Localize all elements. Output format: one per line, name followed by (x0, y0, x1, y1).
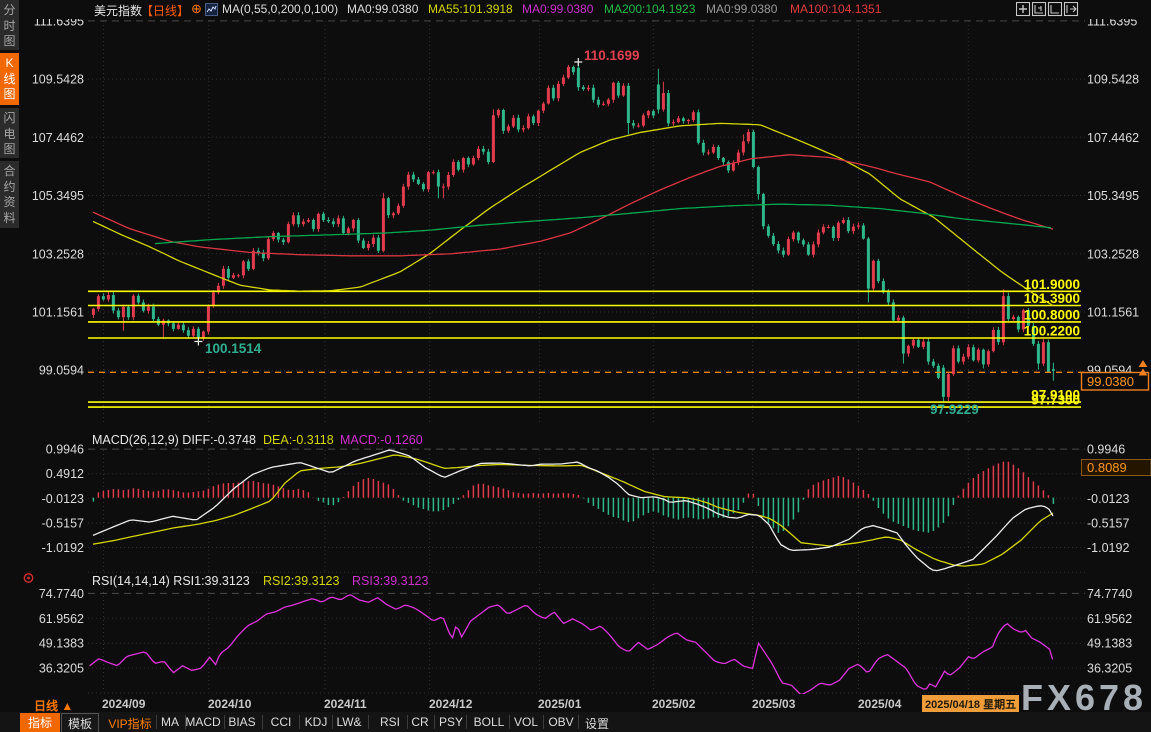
svg-text:0.4912: 0.4912 (46, 467, 84, 481)
svg-text:107.4462: 107.4462 (32, 131, 84, 145)
svg-text:74.7740: 74.7740 (1087, 587, 1132, 601)
svg-text:61.9562: 61.9562 (39, 612, 84, 626)
svg-text:MACD(26,12,9) DIFF:-0.3748: MACD(26,12,9) DIFF:-0.3748 (92, 433, 256, 447)
svg-text:101.1561: 101.1561 (32, 306, 84, 320)
svg-text:107.4462: 107.4462 (1087, 131, 1139, 145)
svg-text:DEA:-0.3118: DEA:-0.3118 (263, 433, 334, 447)
svg-text:105.3495: 105.3495 (32, 189, 84, 203)
svg-text:RSI2:39.3123: RSI2:39.3123 (263, 574, 339, 588)
svg-text:109.5428: 109.5428 (32, 73, 84, 87)
svg-text:103.2528: 103.2528 (1087, 247, 1139, 261)
svg-text:61.9562: 61.9562 (1087, 612, 1132, 626)
svg-text:36.3205: 36.3205 (1087, 662, 1132, 676)
svg-text:-0.5157: -0.5157 (1087, 516, 1129, 530)
svg-text:100.1514: 100.1514 (205, 341, 262, 356)
svg-text:101.1561: 101.1561 (1087, 306, 1139, 320)
svg-text:97.7300: 97.7300 (1031, 393, 1080, 408)
svg-text:0.9946: 0.9946 (1087, 443, 1125, 457)
svg-text:99.0380: 99.0380 (1087, 374, 1134, 389)
svg-text:49.1383: 49.1383 (39, 637, 84, 651)
svg-text:RSI(14,14,14) RSI1:39.3123: RSI(14,14,14) RSI1:39.3123 (92, 574, 250, 588)
svg-text:RSI3:39.3123: RSI3:39.3123 (352, 574, 428, 588)
svg-text:101.3900: 101.3900 (1024, 291, 1080, 306)
svg-text:-0.0123: -0.0123 (1087, 492, 1129, 506)
svg-text:110.1699: 110.1699 (584, 48, 640, 63)
svg-text:99.0594: 99.0594 (39, 364, 84, 378)
svg-text:-1.0192: -1.0192 (42, 541, 84, 555)
svg-text:105.3495: 105.3495 (1087, 189, 1139, 203)
svg-text:49.1383: 49.1383 (1087, 637, 1132, 651)
svg-text:-0.5157: -0.5157 (42, 516, 84, 530)
svg-text:MACD:-0.1260: MACD:-0.1260 (340, 433, 423, 447)
svg-text:-1.0192: -1.0192 (1087, 541, 1129, 555)
svg-text:103.2528: 103.2528 (32, 247, 84, 261)
svg-text:100.2200: 100.2200 (1024, 324, 1080, 339)
svg-text:36.3205: 36.3205 (39, 662, 84, 676)
svg-text:100.8000: 100.8000 (1024, 307, 1080, 322)
svg-text:109.5428: 109.5428 (1087, 73, 1139, 87)
svg-text:74.7740: 74.7740 (39, 587, 84, 601)
svg-text:-0.0123: -0.0123 (42, 492, 84, 506)
svg-text:101.9000: 101.9000 (1024, 277, 1080, 292)
svg-text:97.9229: 97.9229 (930, 402, 979, 417)
svg-text:0.9946: 0.9946 (46, 443, 84, 457)
svg-text:0.8089: 0.8089 (1087, 460, 1127, 475)
